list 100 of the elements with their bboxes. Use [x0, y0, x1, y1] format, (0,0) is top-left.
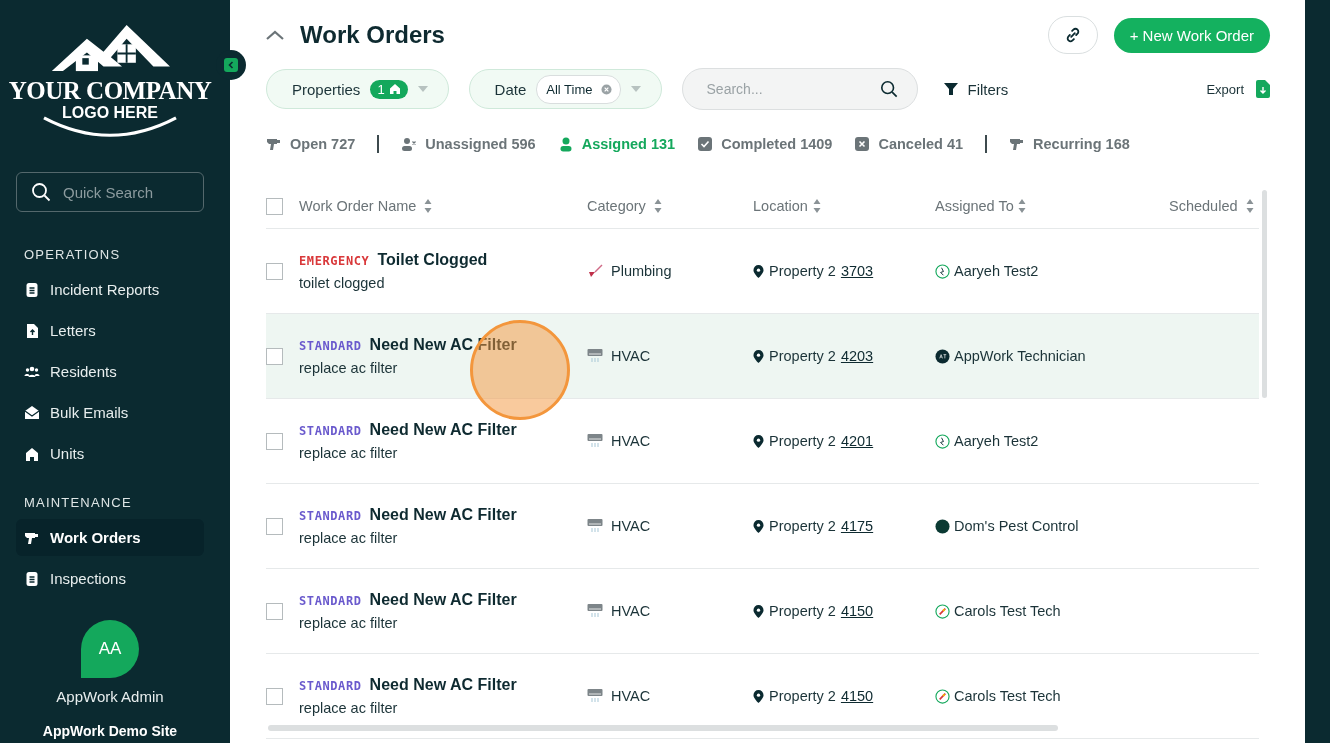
unit-link[interactable]: 4203 [840, 348, 874, 364]
category-text: HVAC [611, 603, 651, 619]
row-checkbox[interactable] [266, 347, 283, 365]
collapse-chevron-icon[interactable] [266, 30, 284, 40]
page-title: Work Orders [300, 21, 445, 49]
property-name: Property 2 [769, 518, 836, 534]
air-conditioner-icon [587, 348, 603, 364]
priority-label: STANDARD [299, 339, 362, 353]
nav-item[interactable]: Units [16, 435, 204, 472]
nav-item[interactable]: Letters [16, 312, 204, 349]
properties-filter[interactable]: Properties 1 [266, 69, 449, 109]
sort-icon[interactable] [653, 198, 662, 214]
column-header[interactable]: Scheduled [1169, 198, 1238, 214]
unit-link[interactable]: 4201 [840, 433, 874, 449]
close-icon [854, 136, 871, 152]
assignee-name: Aaryeh Test2 [954, 263, 1039, 279]
nav-item[interactable]: Incident Reports [16, 271, 204, 308]
search-field[interactable]: Search... [681, 68, 918, 110]
row-checkbox[interactable] [266, 432, 283, 450]
unit-link[interactable]: 4150 [840, 688, 874, 704]
export-button[interactable]: Export [1206, 80, 1270, 98]
quick-search-field[interactable]: Quick Search [16, 172, 204, 212]
property-name: Property 2 [769, 348, 836, 364]
filters-button[interactable]: Filters [937, 79, 1015, 99]
work-order-title[interactable]: Need New AC Filter [369, 506, 517, 524]
column-header[interactable]: Location [753, 198, 808, 214]
envelope-icon [24, 404, 40, 421]
work-order-description: replace ac filter [299, 700, 399, 716]
status-tab[interactable]: Open 727 [266, 136, 356, 152]
clear-icon[interactable] [600, 83, 612, 95]
plunger-icon [587, 263, 603, 279]
row-checkbox[interactable] [266, 517, 283, 535]
column-header[interactable]: Work Order Name [299, 198, 417, 214]
nav-item[interactable]: Residents [16, 353, 204, 390]
priority-label: STANDARD [299, 509, 362, 523]
unit-link[interactable]: 4150 [840, 603, 874, 619]
work-order-title[interactable]: Need New AC Filter [369, 676, 517, 694]
status-tab[interactable]: Canceled 41 [854, 136, 964, 152]
select-all-checkbox[interactable] [266, 197, 283, 215]
location-pin-icon [753, 604, 764, 618]
vertical-scrollbar[interactable] [1262, 190, 1267, 398]
property-name: Property 2 [769, 688, 836, 704]
category-text: Plumbing [611, 263, 672, 279]
work-order-title[interactable]: Need New AC Filter [369, 421, 517, 439]
assignee-name: Dom's Pest Control [954, 518, 1079, 534]
row-checkbox[interactable] [266, 602, 283, 620]
category-text: HVAC [611, 433, 651, 449]
count-badge: 1 [370, 79, 408, 99]
sort-icon[interactable] [812, 198, 821, 214]
property-name: Property 2 [769, 263, 836, 279]
person-remove-icon [401, 136, 418, 152]
air-conditioner-icon [587, 688, 603, 704]
table-row[interactable]: STANDARD Need New AC Filter replace ac filter HVAC Property 2 4175 Dom's Pest Control [266, 484, 1259, 569]
unit-link[interactable]: 4175 [840, 518, 874, 534]
search-icon [31, 182, 51, 202]
nav-item[interactable]: Inspections [16, 560, 204, 597]
avatar-badge-icon [935, 263, 950, 279]
house-icon [388, 83, 401, 95]
air-conditioner-icon [587, 603, 603, 619]
table-row[interactable]: STANDARD Need New AC Filter replace ac filter HVAC Property 2 4150 Carols Test Tech [266, 569, 1259, 654]
column-header[interactable]: Category [587, 198, 646, 214]
column-header[interactable]: Assigned To [935, 198, 1014, 214]
status-tab[interactable]: Unassigned 596 [401, 136, 536, 152]
assignee-name: Carols Test Tech [954, 688, 1061, 704]
work-order-title[interactable]: Need New AC Filter [369, 591, 517, 609]
copy-link-button[interactable] [1047, 16, 1098, 54]
air-conditioner-icon [587, 518, 603, 534]
document-icon [24, 570, 40, 587]
collapse-icon [224, 58, 238, 72]
table-row[interactable]: STANDARD Need New AC Filter replace ac filter HVAC Property 2 4201 Aaryeh Test2 [266, 399, 1259, 484]
priority-label: STANDARD [299, 424, 362, 438]
section-heading: MAINTENANCE [24, 495, 133, 510]
row-checkbox[interactable] [266, 687, 283, 705]
category-text: HVAC [611, 518, 651, 534]
unit-link[interactable]: 3703 [840, 263, 874, 279]
air-conditioner-icon [587, 433, 603, 449]
date-chip[interactable]: All Time [536, 74, 621, 104]
category-text: HVAC [611, 348, 651, 364]
sort-icon[interactable] [1245, 198, 1254, 214]
user-name: AppWork Admin [56, 688, 164, 705]
location-pin-icon [753, 519, 764, 533]
status-tab[interactable]: Completed 1409 [697, 136, 833, 152]
section-heading: OPERATIONS [24, 247, 122, 262]
horizontal-scrollbar[interactable] [268, 725, 1058, 731]
site-name: AppWork Demo Site [42, 723, 178, 739]
work-order-title[interactable]: Toilet Clogged [377, 251, 488, 269]
status-tab[interactable]: Recurring 168 [1009, 136, 1130, 152]
caret-icon [417, 86, 428, 92]
location-pin-icon [753, 264, 764, 278]
work-order-description: replace ac filter [299, 530, 399, 546]
date-filter[interactable]: Date All Time [468, 69, 662, 109]
sort-icon[interactable] [1017, 198, 1026, 214]
assignee-name: AppWork Technician [954, 348, 1086, 364]
work-order-description: toilet clogged [299, 275, 386, 291]
house-icon [24, 445, 40, 462]
nav-item[interactable]: Work Orders [16, 519, 204, 556]
sort-icon[interactable] [424, 198, 433, 214]
category-text: HVAC [611, 688, 651, 704]
row-checkbox[interactable] [266, 262, 283, 280]
nav-item[interactable]: Bulk Emails [16, 394, 204, 431]
